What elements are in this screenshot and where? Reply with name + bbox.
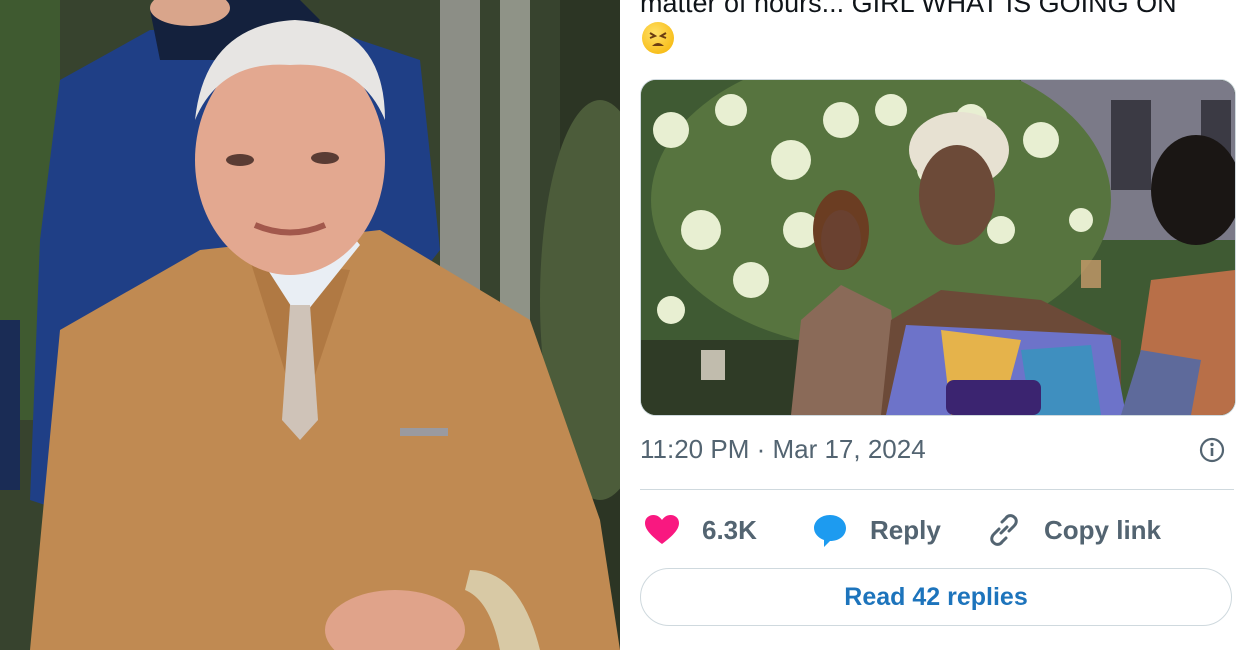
tweet-actions: 6.3K Reply Copy link — [640, 510, 1234, 550]
tired-face-emoji-icon — [642, 22, 674, 54]
reply-bubble-icon — [814, 515, 846, 547]
left-photo — [0, 0, 620, 650]
read-replies-button[interactable]: Read 42 replies — [640, 568, 1232, 626]
reply-button[interactable]: Reply — [812, 510, 941, 550]
like-count: 6.3K — [702, 514, 757, 545]
copy-link-button[interactable]: Copy link — [986, 510, 1161, 550]
media-illustration — [641, 80, 1235, 415]
copy-link-label: Copy link — [1044, 514, 1162, 545]
info-icon[interactable] — [1199, 437, 1225, 463]
tweet-timestamp[interactable]: 11:20 PM · Mar 17, 2024 — [640, 434, 926, 465]
tweet-text: matter of hours... GIRL WHAT IS GOING ON — [640, 0, 1177, 18]
link-icon — [990, 514, 1018, 546]
tweet-card: matter of hours... GIRL WHAT IS GOING ON — [626, 0, 1243, 650]
heart-icon — [645, 515, 679, 544]
reply-label: Reply — [870, 514, 941, 545]
photo-illustration — [0, 0, 620, 650]
divider — [640, 489, 1234, 490]
tweet-media-image[interactable] — [640, 79, 1236, 416]
like-button[interactable]: 6.3K — [644, 510, 757, 550]
